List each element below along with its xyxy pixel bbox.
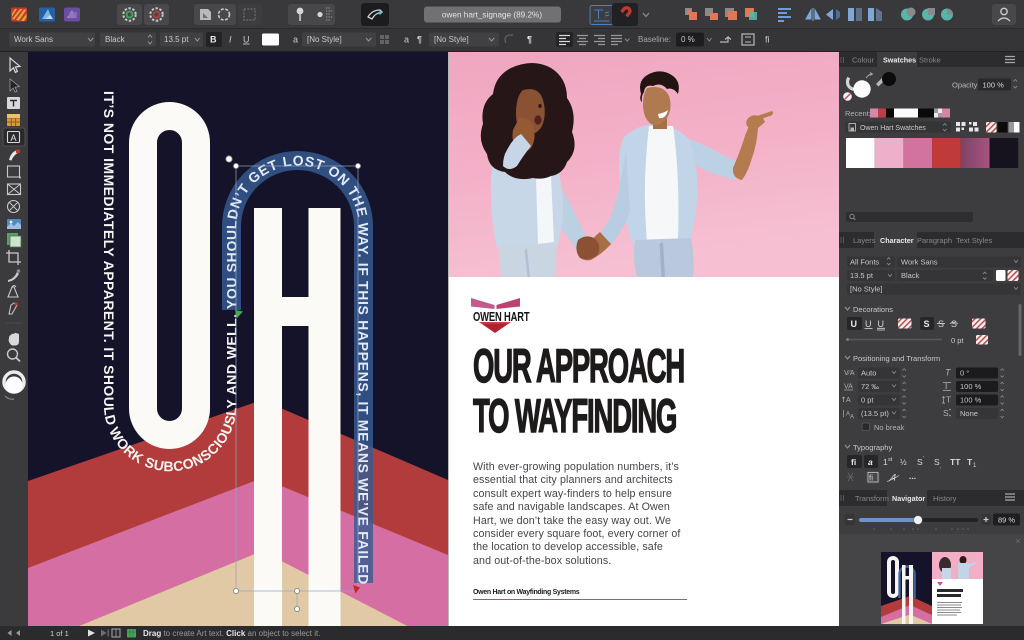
svg-text:Work Sans: Work Sans: [14, 35, 53, 44]
svg-text:History: History: [933, 494, 957, 503]
svg-text:S: S: [943, 408, 949, 418]
svg-text:𝐴: 𝐴: [889, 473, 896, 483]
svg-text:¶: ¶: [417, 35, 422, 45]
svg-text:0 °: 0 °: [960, 369, 969, 378]
svg-text:A: A: [850, 415, 854, 421]
svg-text:Positioning and Transform: Positioning and Transform: [853, 354, 940, 363]
svg-text:fi: fi: [765, 35, 770, 45]
svg-text:13.5 pt: 13.5 pt: [164, 35, 189, 44]
svg-text:VA: VA: [844, 384, 853, 391]
svg-text:[No Style]: [No Style]: [434, 35, 469, 44]
svg-text:': ': [923, 456, 924, 462]
svg-text:[No Style]: [No Style]: [850, 285, 883, 294]
svg-text:U: U: [865, 319, 872, 329]
svg-text:...: ...: [909, 471, 916, 481]
svg-text:Black: Black: [901, 271, 920, 280]
svg-text:Owen Hart Swatches: Owen Hart Swatches: [860, 125, 926, 132]
svg-text:13.5 pt: 13.5 pt: [850, 271, 874, 280]
svg-text:Work Sans: Work Sans: [901, 258, 938, 267]
svg-text:89 %: 89 %: [998, 516, 1015, 525]
svg-text:All Fonts: All Fonts: [850, 258, 879, 267]
svg-text:Decorations: Decorations: [853, 305, 893, 314]
svg-text:A: A: [10, 133, 16, 143]
svg-text:U: U: [243, 35, 250, 45]
svg-text:a: a: [293, 35, 298, 45]
svg-text:Transform: Transform: [855, 494, 889, 503]
svg-text:fi: fi: [851, 457, 856, 467]
svg-text:S: S: [951, 319, 957, 329]
svg-text:72 ‰: 72 ‰: [861, 382, 879, 391]
svg-text:Paragraph: Paragraph: [917, 236, 952, 245]
svg-text:0 pt: 0 pt: [861, 396, 874, 405]
svg-text:Drag to create Art text. Click: Drag to create Art text. Click an object…: [143, 629, 320, 638]
svg-text:No break: No break: [874, 423, 905, 432]
svg-text:Opacity:: Opacity:: [952, 81, 980, 90]
svg-text:Black: Black: [105, 35, 126, 44]
svg-text:0 %: 0 %: [681, 35, 695, 44]
svg-text:Character: Character: [880, 236, 914, 245]
svg-text:100 %: 100 %: [960, 396, 982, 405]
svg-text:B: B: [210, 35, 217, 45]
svg-text:a: a: [404, 35, 409, 45]
svg-text:Auto: Auto: [861, 369, 876, 378]
svg-text:V⁄A: V⁄A: [844, 370, 855, 377]
svg-text:Colour: Colour: [852, 56, 875, 65]
svg-text:½: ½: [900, 458, 907, 467]
svg-text:T: T: [946, 395, 951, 405]
svg-text:st: st: [888, 457, 893, 463]
svg-text:1 of 1: 1 of 1: [50, 629, 69, 638]
svg-text:¶: ¶: [527, 35, 532, 45]
svg-text:U: U: [851, 319, 858, 329]
svg-text:owen hart_signage (89.2%): owen hart_signage (89.2%): [442, 11, 542, 20]
svg-text:Swatches: Swatches: [883, 56, 916, 65]
svg-text:TT: TT: [950, 457, 961, 467]
svg-text:100 %: 100 %: [960, 382, 982, 391]
svg-text:I: I: [229, 35, 232, 45]
svg-text:None: None: [960, 409, 978, 418]
svg-text:S: S: [938, 319, 944, 329]
svg-text:U: U: [878, 319, 885, 329]
svg-text:A: A: [846, 397, 851, 404]
svg-text:Baseline:: Baseline:: [638, 35, 671, 44]
svg-text:a: a: [868, 457, 873, 467]
svg-text:Recent:: Recent:: [845, 109, 871, 118]
svg-text:Text Styles: Text Styles: [956, 236, 993, 245]
svg-text:S: S: [924, 319, 930, 329]
svg-text:0 pt: 0 pt: [951, 336, 964, 345]
svg-text:Layers: Layers: [853, 236, 876, 245]
svg-text:(13.5 pt): (13.5 pt): [861, 409, 889, 418]
svg-text:fi: fi: [869, 474, 873, 483]
svg-text:Stroke: Stroke: [919, 56, 941, 65]
svg-text:100 %: 100 %: [983, 81, 1005, 90]
svg-text:Typography: Typography: [853, 443, 892, 452]
svg-text:Navigator: Navigator: [892, 494, 925, 503]
svg-text:[No Style]: [No Style]: [307, 35, 342, 44]
